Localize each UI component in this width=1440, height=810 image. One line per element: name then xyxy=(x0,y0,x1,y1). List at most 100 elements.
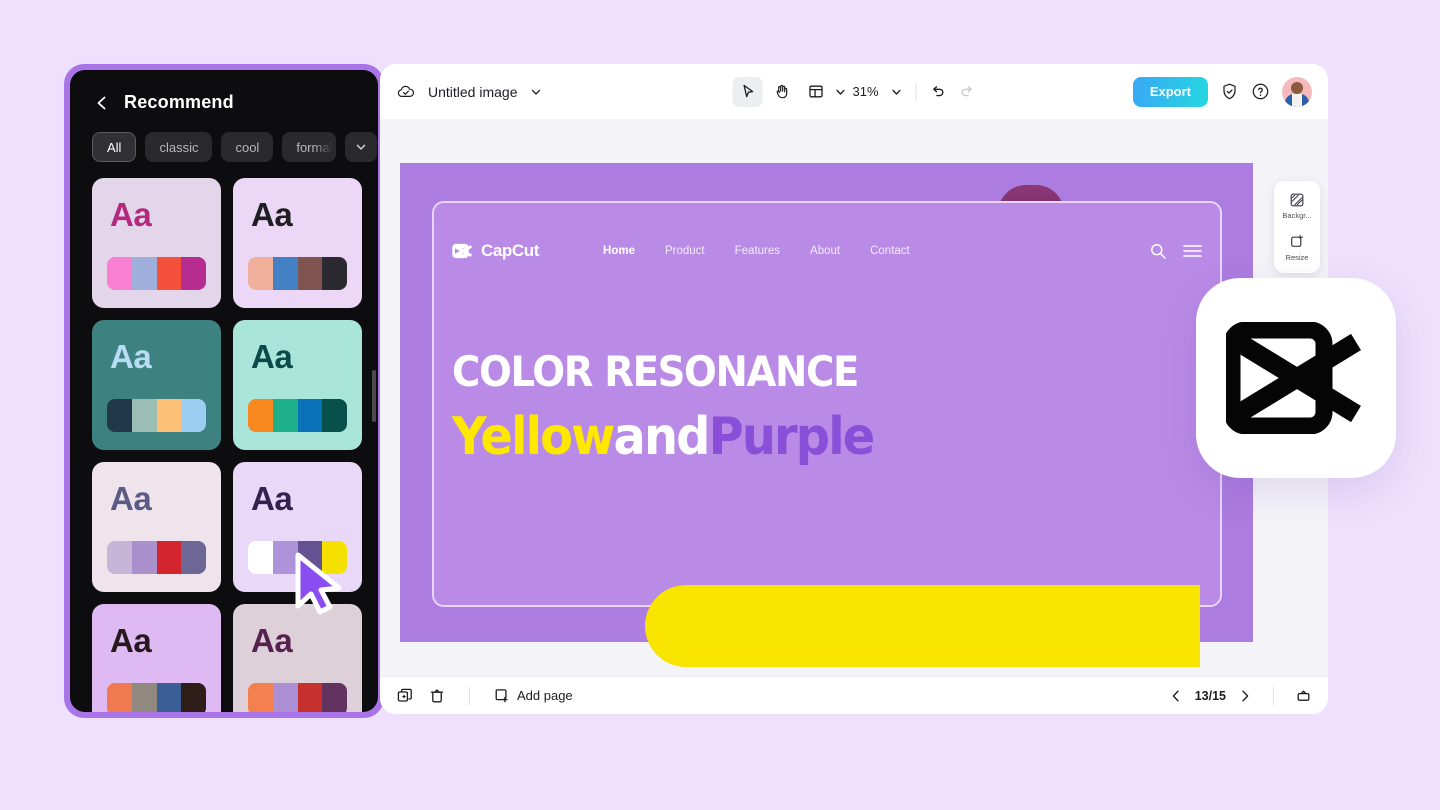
font-sample-text: Aa xyxy=(92,462,221,515)
design-nav-home[interactable]: Home xyxy=(603,245,635,257)
color-swatch xyxy=(298,683,323,712)
filter-chip-cool[interactable]: cool xyxy=(221,132,273,162)
add-page-icon xyxy=(493,687,510,704)
headline-word-purple: Purple xyxy=(709,407,874,467)
color-swatch xyxy=(157,541,182,574)
design-yellow-banner[interactable] xyxy=(645,585,1200,667)
select-tool-button[interactable] xyxy=(732,77,762,107)
trash-icon[interactable] xyxy=(428,687,446,705)
color-swatch xyxy=(322,399,347,432)
topbar-left-group: Untitled image xyxy=(396,82,542,102)
mouse-pointer-icon xyxy=(292,552,346,618)
color-swatch xyxy=(107,541,132,574)
design-headline[interactable]: COLOR RESONANCE YellowandPurple xyxy=(452,351,972,463)
hand-tool-button[interactable] xyxy=(766,77,796,107)
color-swatch xyxy=(157,399,182,432)
canvas-area[interactable]: CapCut Home Product Features About Conta… xyxy=(380,119,1328,676)
editor-bottombar: Add page 13/15 xyxy=(380,676,1328,714)
color-swatch xyxy=(322,257,347,290)
background-tool-button[interactable]: Backgr... xyxy=(1274,189,1320,223)
zoom-level-value[interactable]: 31% xyxy=(852,84,878,99)
font-style-card[interactable]: Aa xyxy=(233,178,362,308)
resize-tool-button[interactable]: Resize xyxy=(1274,231,1320,265)
design-nav-about[interactable]: About xyxy=(810,245,840,257)
headline-word-and: and xyxy=(614,407,709,467)
design-navbar: CapCut Home Product Features About Conta… xyxy=(452,241,1202,261)
color-swatch xyxy=(181,683,206,712)
chevron-left-icon xyxy=(1169,689,1183,703)
headline-line-2: YellowandPurple xyxy=(452,411,930,463)
font-sample-text: Aa xyxy=(92,320,221,373)
headline-word-yellow: Yellow xyxy=(452,407,614,467)
duplicate-page-icon[interactable] xyxy=(396,687,414,705)
chevron-down-icon[interactable] xyxy=(834,86,846,98)
resize-frame-icon xyxy=(1289,234,1305,250)
sidebar-scrollbar[interactable] xyxy=(372,370,376,422)
font-style-card[interactable]: Aa xyxy=(92,178,221,308)
avatar[interactable] xyxy=(1282,77,1312,107)
export-button[interactable]: Export xyxy=(1133,77,1208,107)
hand-icon xyxy=(773,83,790,100)
design-nav-features[interactable]: Features xyxy=(735,245,780,257)
pages-panel-button[interactable] xyxy=(1295,687,1312,704)
avatar-shirt xyxy=(1292,94,1302,107)
background-tool-label: Backgr... xyxy=(1282,211,1311,220)
page-title: Recommend xyxy=(124,92,234,113)
search-icon[interactable] xyxy=(1149,242,1167,260)
color-swatch xyxy=(132,257,157,290)
font-style-card[interactable]: Aa xyxy=(92,462,221,592)
topbar-right-group: Export xyxy=(1133,77,1312,107)
undo-button[interactable] xyxy=(930,83,947,100)
color-swatch xyxy=(248,399,273,432)
font-style-card[interactable]: Aa xyxy=(92,320,221,450)
zoom-chevron-down-icon[interactable] xyxy=(891,86,903,98)
resize-tool-label: Resize xyxy=(1286,253,1309,262)
shield-check-icon[interactable] xyxy=(1220,82,1239,101)
redo-button[interactable] xyxy=(959,83,976,100)
font-sample-text: Aa xyxy=(233,178,362,231)
next-page-button[interactable] xyxy=(1238,689,1252,703)
document-name[interactable]: Untitled image xyxy=(428,84,518,100)
chevron-left-icon[interactable] xyxy=(94,95,110,111)
cloud-check-icon xyxy=(396,82,416,102)
redo-arrow-icon xyxy=(959,83,976,100)
design-nav-icons xyxy=(1149,242,1202,260)
font-sample-text: Aa xyxy=(92,178,221,231)
hamburger-menu-icon[interactable] xyxy=(1183,244,1202,258)
filter-chip-all[interactable]: All xyxy=(92,132,136,162)
font-style-card[interactable]: Aa xyxy=(92,604,221,712)
bottombar-left-group: Add page xyxy=(396,687,573,705)
chip-label: All xyxy=(107,140,121,155)
color-swatch xyxy=(298,399,323,432)
color-swatch xyxy=(157,683,182,712)
prev-page-button[interactable] xyxy=(1169,689,1183,703)
color-swatch xyxy=(248,541,273,574)
topbar-tools: 31% xyxy=(732,77,975,107)
color-swatch xyxy=(322,683,347,712)
color-swatch xyxy=(273,683,298,712)
font-style-card[interactable]: Aa xyxy=(233,320,362,450)
color-palette-swatches xyxy=(248,399,347,432)
chip-label: classic xyxy=(159,140,198,155)
design-nav-product[interactable]: Product xyxy=(665,245,705,257)
design-brand: CapCut xyxy=(452,241,539,261)
bottombar-right-group: 13/15 xyxy=(1169,687,1312,705)
chevron-down-icon[interactable] xyxy=(345,132,377,162)
capcut-app-badge xyxy=(1196,278,1396,478)
color-swatch xyxy=(248,257,273,290)
chevron-down-icon[interactable] xyxy=(530,86,542,98)
sidebar-header: Recommend xyxy=(70,70,378,113)
background-fill-icon xyxy=(1289,192,1305,208)
layout-tool-button[interactable] xyxy=(800,77,830,107)
filter-chip-classic[interactable]: classic xyxy=(145,132,212,162)
color-swatch xyxy=(181,541,206,574)
toolbar-divider xyxy=(916,83,917,101)
add-page-button[interactable]: Add page xyxy=(493,687,573,704)
question-circle-icon[interactable] xyxy=(1251,82,1270,101)
color-palette-swatches xyxy=(248,683,347,712)
color-palette-swatches xyxy=(107,257,206,290)
design-nav-contact[interactable]: Contact xyxy=(870,245,910,257)
font-style-card[interactable]: Aa xyxy=(233,604,362,712)
filter-chip-formal[interactable]: formal xyxy=(282,132,336,162)
layout-grid-icon xyxy=(807,83,824,100)
